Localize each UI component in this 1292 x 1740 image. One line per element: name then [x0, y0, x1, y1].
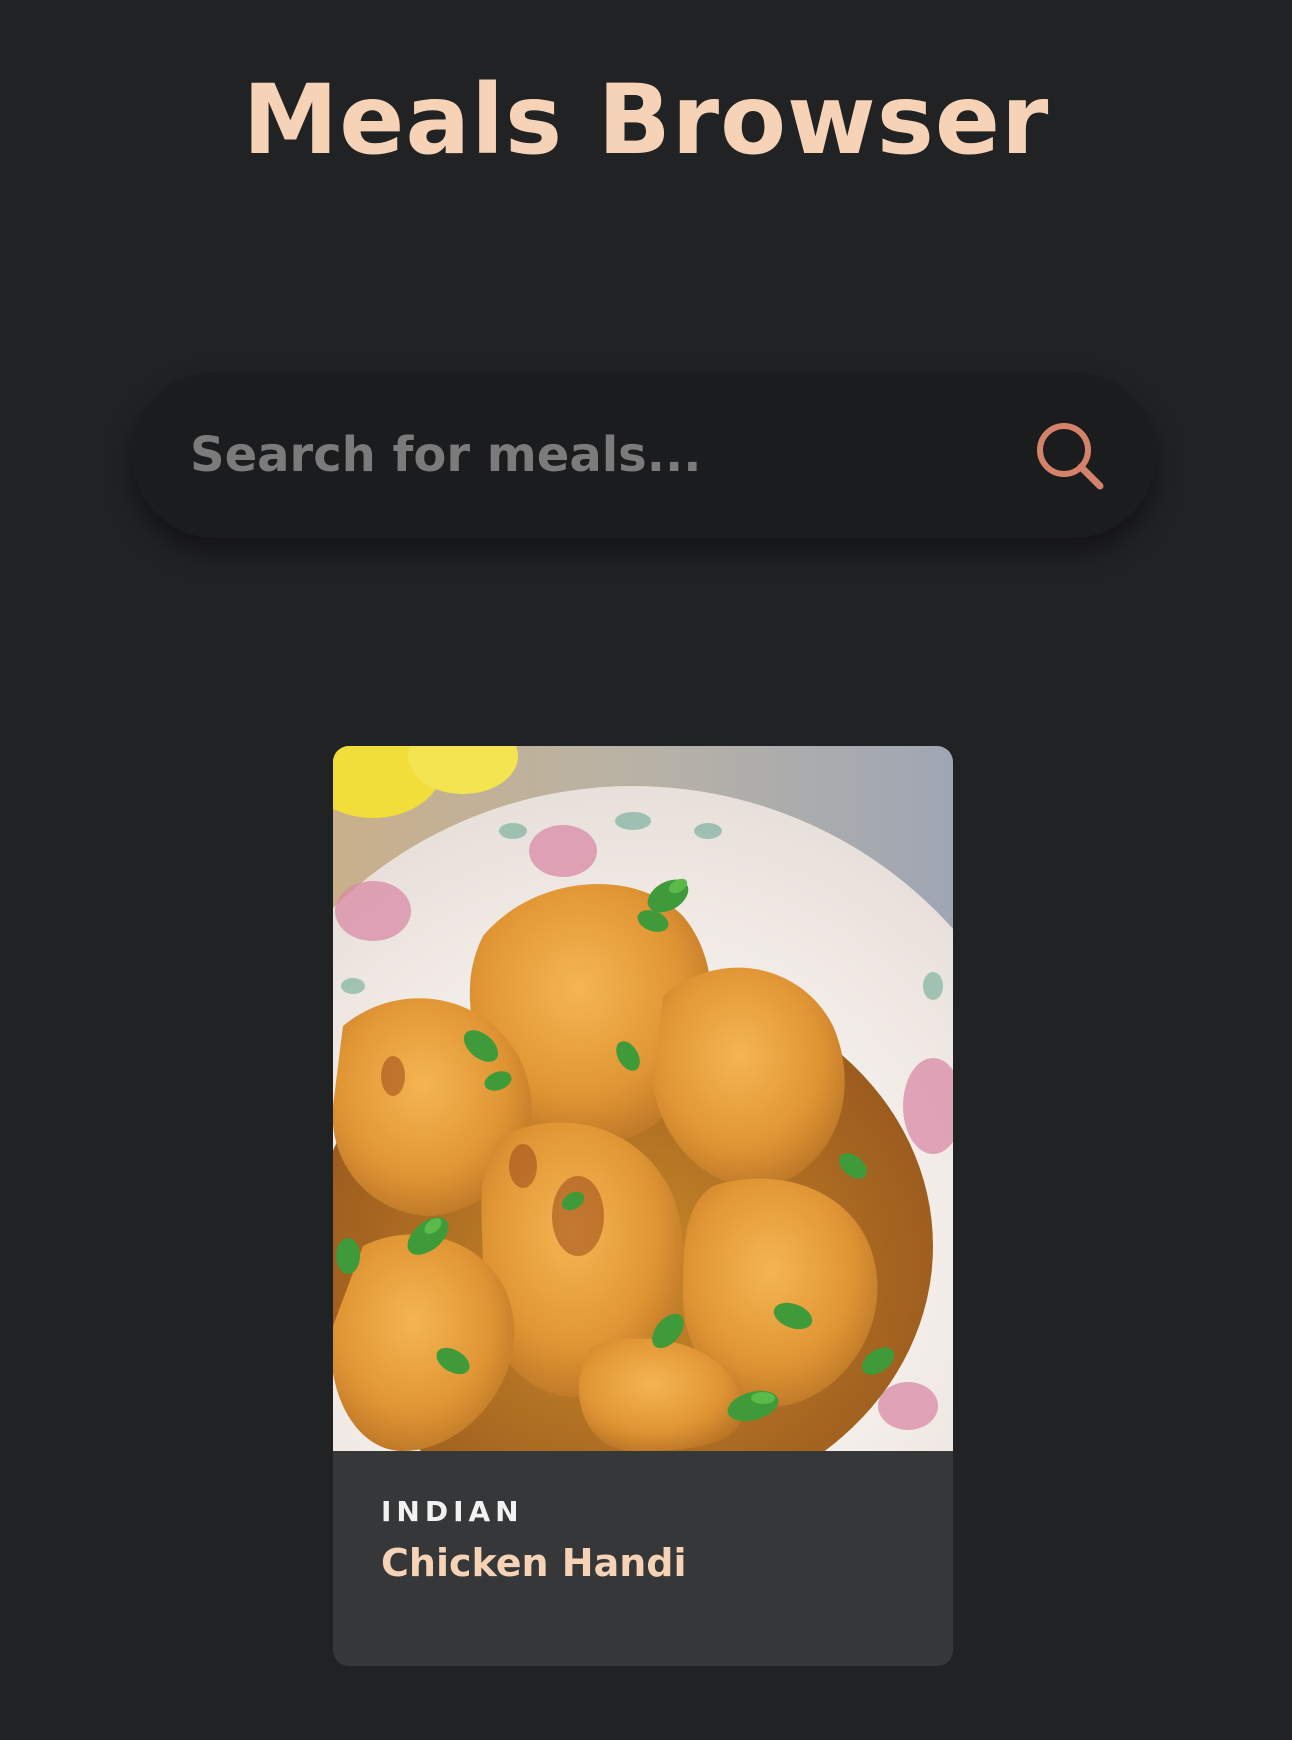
meal-image — [333, 746, 953, 1451]
meal-info: INDIAN Chicken Handi — [333, 1451, 953, 1666]
page-title: Meals Browser — [242, 64, 1050, 176]
search-input[interactable] — [190, 412, 990, 498]
meal-card[interactable]: INDIAN Chicken Handi — [333, 746, 953, 1666]
meal-name: Chicken Handi — [381, 1541, 687, 1585]
search-bar — [132, 372, 1156, 538]
meal-category: INDIAN — [381, 1495, 524, 1528]
search-icon[interactable] — [1030, 416, 1112, 498]
